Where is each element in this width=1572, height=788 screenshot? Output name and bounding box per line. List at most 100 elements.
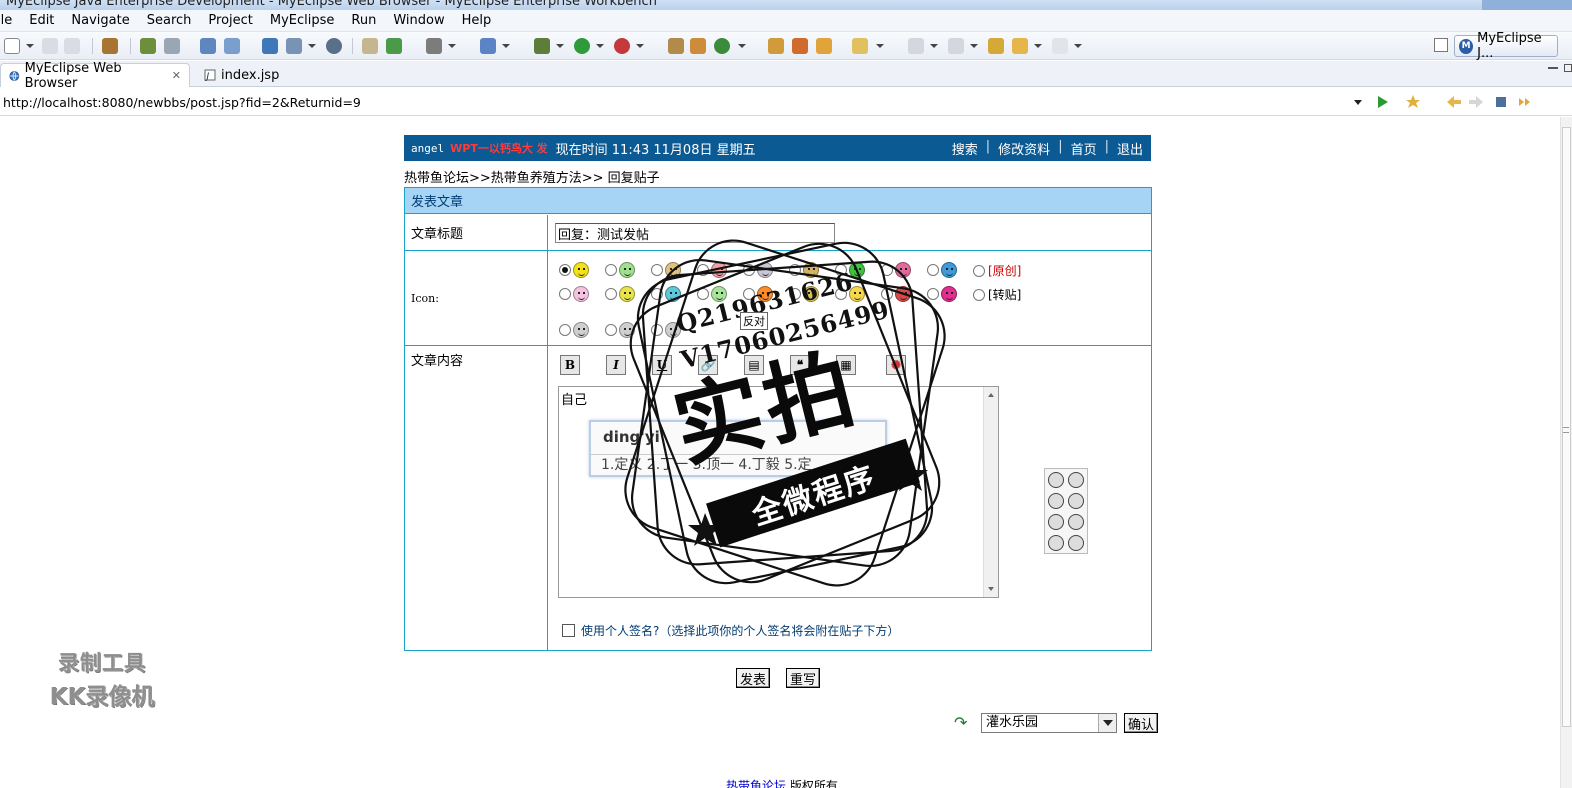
refresh-icon[interactable] xyxy=(714,38,730,54)
refresh-dropdown-icon[interactable] xyxy=(738,44,746,48)
tab-index-jsp[interactable]: J index.jsp xyxy=(196,63,296,87)
run-dropdown-icon[interactable] xyxy=(596,44,604,48)
back-icon[interactable] xyxy=(1012,38,1028,54)
menu-myeclipse[interactable]: MyEclipse xyxy=(261,13,343,28)
icon-option[interactable] xyxy=(559,262,589,278)
new-servlet-icon[interactable] xyxy=(668,38,684,54)
menu-file[interactable]: ile xyxy=(0,13,20,28)
stop-icon[interactable] xyxy=(1494,95,1508,109)
icon-radio[interactable] xyxy=(559,264,571,276)
debug-icon[interactable] xyxy=(140,38,156,54)
reset-button[interactable]: 重写 xyxy=(786,668,821,688)
run-icon[interactable] xyxy=(574,38,590,54)
page-scrollbar[interactable] xyxy=(1560,117,1572,788)
new-class-icon[interactable] xyxy=(262,38,278,54)
edit-profile-link[interactable]: 修改资料 xyxy=(998,139,1050,158)
folder-dropdown-icon[interactable] xyxy=(876,44,884,48)
prev-annotation-icon[interactable] xyxy=(948,38,964,54)
prev-annotation-dropdown-icon[interactable] xyxy=(970,44,978,48)
debug-dropdown-icon[interactable] xyxy=(556,44,564,48)
deploy-icon[interactable] xyxy=(200,38,216,54)
logout-link[interactable]: 退出 xyxy=(1117,139,1143,158)
menu-window[interactable]: Window xyxy=(384,13,452,28)
open-project-icon[interactable] xyxy=(768,38,784,54)
last-edit-icon[interactable] xyxy=(988,38,1004,54)
new-icon[interactable] xyxy=(4,38,20,54)
emoticon-laugh-icon[interactable] xyxy=(1048,514,1064,530)
menu-help[interactable]: Help xyxy=(453,13,500,28)
footer-site-link[interactable]: 热带鱼论坛 xyxy=(726,779,786,788)
next-annotation-dropdown-icon[interactable] xyxy=(930,44,938,48)
window-controls[interactable] xyxy=(1482,0,1572,10)
external-tools-dropdown-icon[interactable] xyxy=(636,44,644,48)
forward-arrow-icon[interactable] xyxy=(1468,95,1484,109)
icon-option[interactable] xyxy=(559,286,589,302)
next-annotation-icon[interactable] xyxy=(908,38,924,54)
folder-icon[interactable] xyxy=(852,38,868,54)
forum-jump-select[interactable]: 灌水乐园 xyxy=(981,713,1117,733)
emoticon-grin-icon[interactable] xyxy=(1048,493,1064,509)
debug-run-icon[interactable] xyxy=(534,38,550,54)
open-type-icon[interactable] xyxy=(480,38,496,54)
save-icon[interactable] xyxy=(42,38,58,54)
reload-icon[interactable] xyxy=(1516,95,1532,109)
menu-run[interactable]: Run xyxy=(342,13,384,28)
emoticon-angry-icon[interactable] xyxy=(1068,514,1084,530)
edit-icon[interactable] xyxy=(792,38,808,54)
back-dropdown-icon[interactable] xyxy=(1034,44,1042,48)
menu-navigate[interactable]: Navigate xyxy=(62,13,137,28)
menu-project[interactable]: Project xyxy=(199,13,260,28)
new-xml-icon[interactable] xyxy=(690,38,706,54)
emoticon-sad-icon[interactable] xyxy=(1068,472,1084,488)
icon-radio[interactable] xyxy=(559,288,571,300)
package-icon[interactable] xyxy=(102,38,118,54)
close-icon[interactable]: ✕ xyxy=(172,69,181,82)
repost-option[interactable]: [转贴] xyxy=(973,286,1021,303)
new-package-icon[interactable] xyxy=(286,38,302,54)
add-icon[interactable] xyxy=(386,38,402,54)
bold-button[interactable]: B xyxy=(560,355,580,375)
maximize-icon[interactable] xyxy=(1564,64,1572,72)
open-folder-icon[interactable] xyxy=(362,38,378,54)
minimize-icon[interactable] xyxy=(1548,67,1558,69)
forward-dropdown-icon[interactable] xyxy=(1074,44,1082,48)
open-perspective-icon[interactable] xyxy=(1434,38,1448,52)
signature-checkbox[interactable] xyxy=(562,624,575,637)
menu-edit[interactable]: Edit xyxy=(20,13,62,28)
icon-radio[interactable] xyxy=(559,324,571,336)
go-icon[interactable] xyxy=(1376,95,1390,109)
search-link[interactable]: 搜索 xyxy=(952,139,978,158)
redeploy-icon[interactable] xyxy=(224,38,240,54)
emoticon-tongue-icon[interactable] xyxy=(1068,535,1084,551)
screenshot-icon[interactable] xyxy=(426,38,442,54)
back-arrow-icon[interactable] xyxy=(1446,95,1462,109)
menu-search[interactable]: Search xyxy=(138,13,200,28)
url-input[interactable] xyxy=(0,91,1368,113)
original-option[interactable]: [原创] xyxy=(973,262,1021,279)
textarea-scrollbar[interactable] xyxy=(983,387,998,597)
submit-button[interactable]: 发表 xyxy=(736,668,771,688)
screenshot-dropdown-icon[interactable] xyxy=(448,44,456,48)
emoticon-wink-icon[interactable] xyxy=(1068,493,1084,509)
perspective-button[interactable]: M MyEclipse J... xyxy=(1454,31,1558,61)
print-icon[interactable] xyxy=(64,38,80,54)
url-history-dropdown-icon[interactable] xyxy=(1354,100,1362,105)
open-type-dropdown-icon[interactable] xyxy=(502,44,510,48)
emoticon-smile-icon[interactable] xyxy=(1048,472,1064,488)
browse-icon[interactable] xyxy=(816,38,832,54)
repost-label: [转贴] xyxy=(988,288,1022,302)
breadcrumb-path[interactable]: 热带鱼论坛>>热带鱼养殖方法>> xyxy=(404,171,604,186)
new-dropdown-icon[interactable] xyxy=(26,44,34,48)
home-link[interactable]: 首页 xyxy=(1071,139,1097,158)
emoticon-surprise-icon[interactable] xyxy=(1048,535,1064,551)
new-package-dropdown-icon[interactable] xyxy=(308,44,316,48)
forward-icon[interactable] xyxy=(1052,38,1068,54)
server-icon[interactable] xyxy=(164,38,180,54)
web-browser-icon[interactable] xyxy=(326,38,342,54)
confirm-button[interactable]: 确认 xyxy=(1124,713,1159,733)
favorites-icon[interactable] xyxy=(1406,95,1422,109)
chevron-down-icon[interactable] xyxy=(1098,714,1116,732)
tab-web-browser[interactable]: MyEclipse Web Browser ✕ xyxy=(0,61,190,91)
icon-option[interactable] xyxy=(559,322,589,338)
external-tools-icon[interactable] xyxy=(614,38,630,54)
